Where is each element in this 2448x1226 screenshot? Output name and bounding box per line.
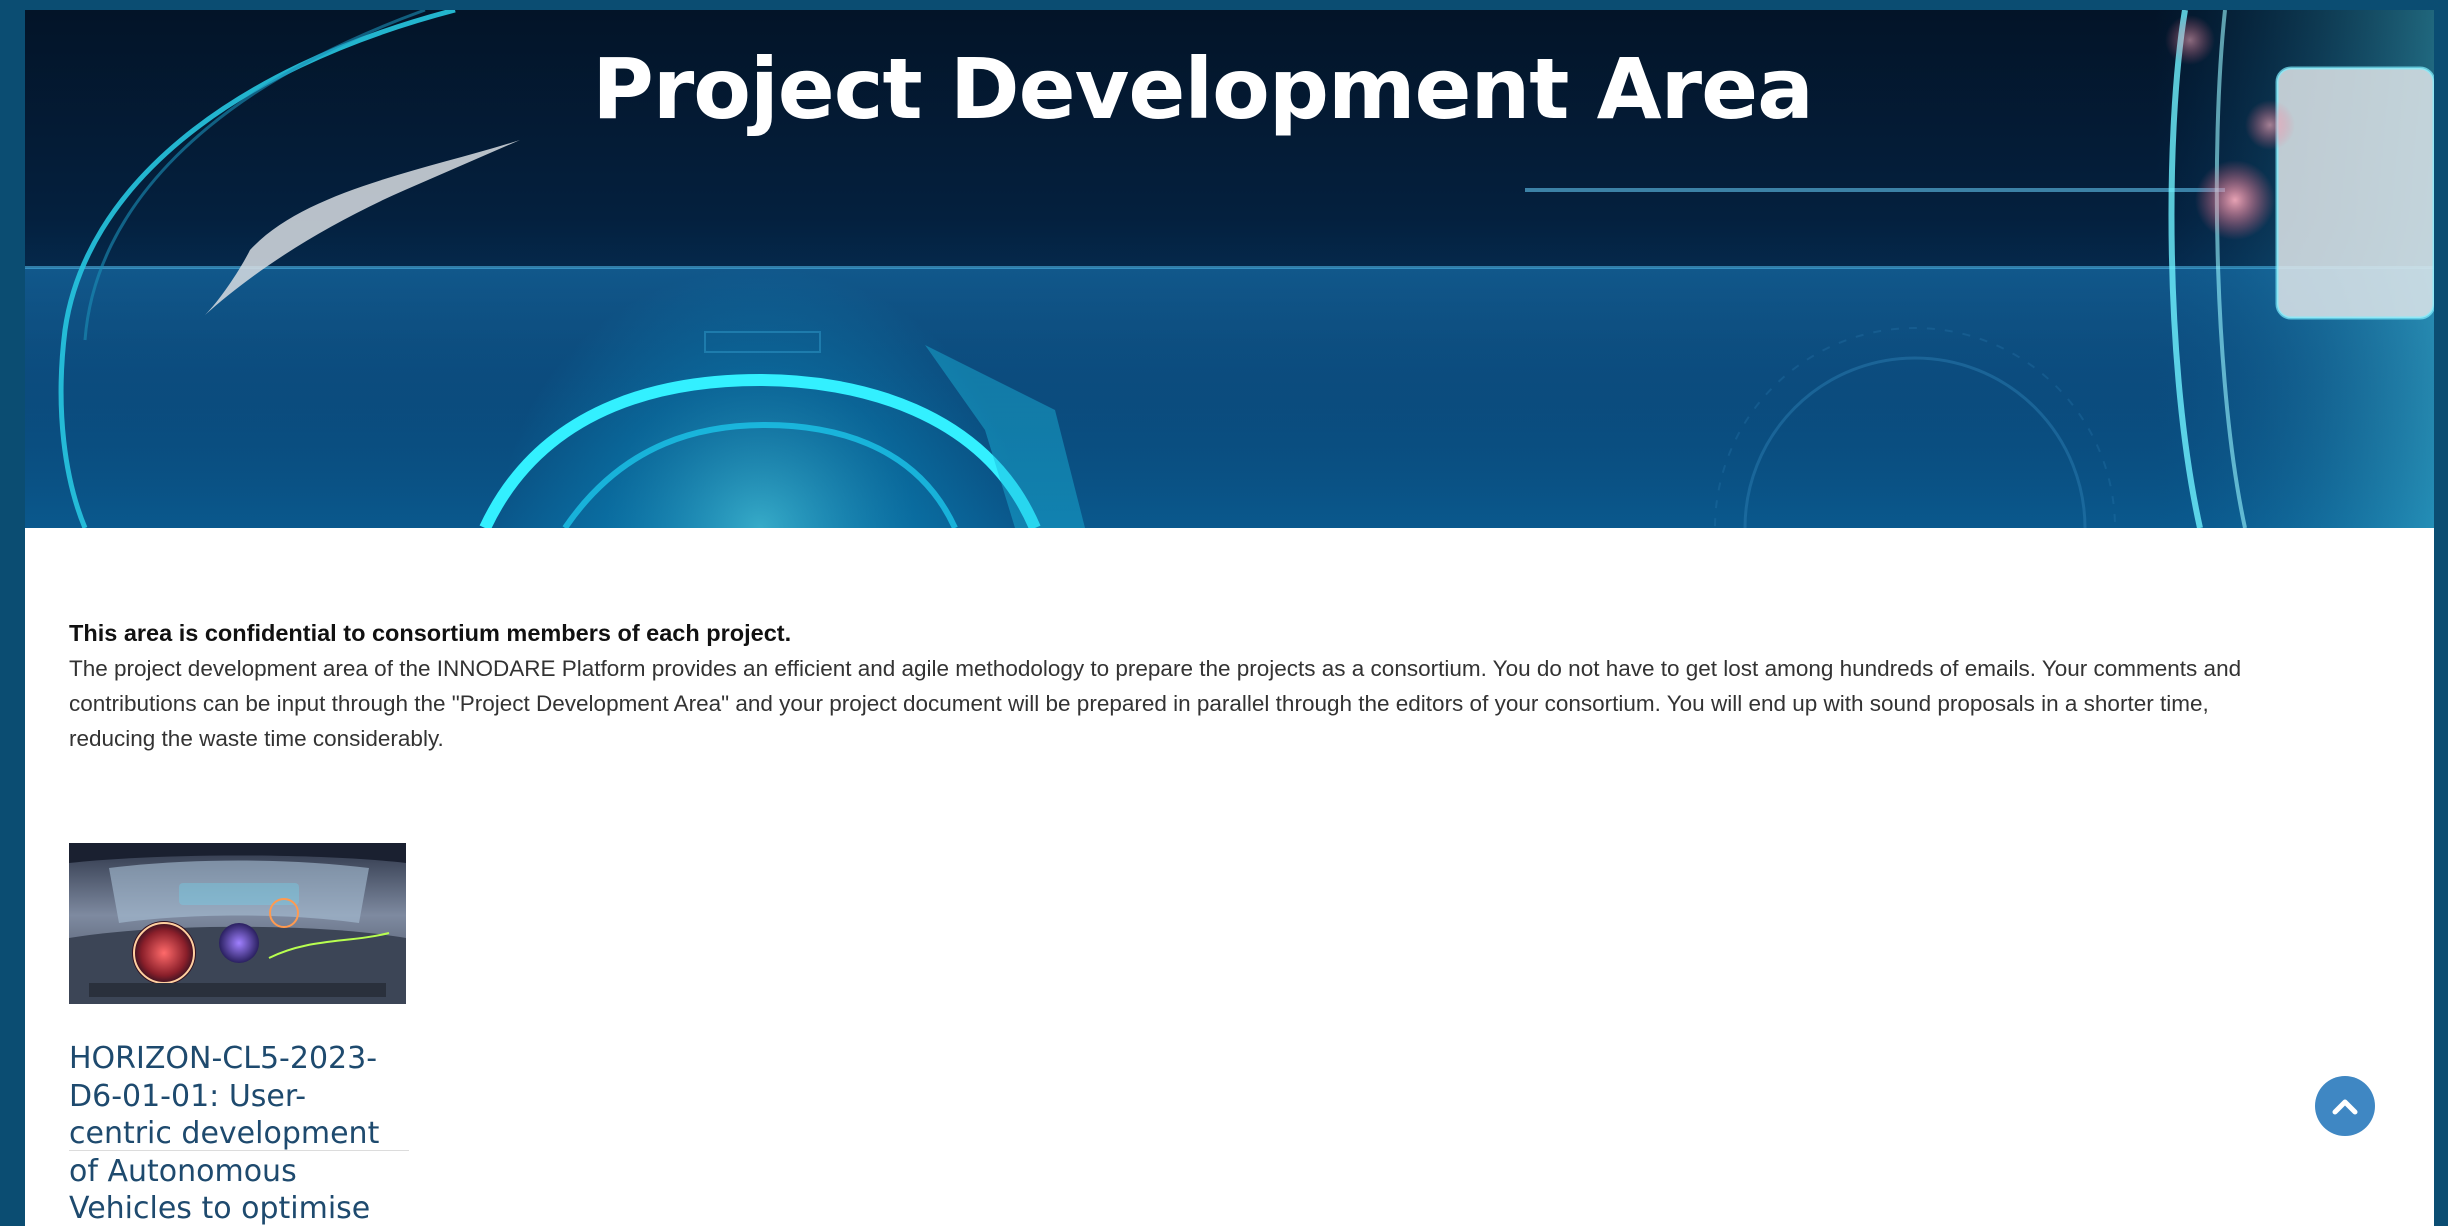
project-card-title-link[interactable]: HORIZON-CL5-2023-D6-01-01: User-centric … (69, 1040, 406, 1226)
scroll-to-top-button[interactable] (2315, 1076, 2375, 1136)
confidential-notice: This area is confidential to consortium … (69, 620, 792, 646)
page-title: Project Development Area (592, 40, 1814, 138)
chevron-up-icon (2332, 1099, 2358, 1115)
project-thumbnail-image[interactable] (69, 843, 406, 1004)
page-content: Project Development Area This area is co… (25, 10, 2434, 1226)
intro-section: This area is confidential to consortium … (69, 616, 2299, 756)
hero-banner: Project Development Area (25, 10, 2434, 528)
intro-description: The project development area of the INNO… (69, 656, 2242, 751)
card-divider (69, 1150, 409, 1151)
project-card[interactable]: HORIZON-CL5-2023-D6-01-01: User-centric … (69, 843, 406, 1226)
